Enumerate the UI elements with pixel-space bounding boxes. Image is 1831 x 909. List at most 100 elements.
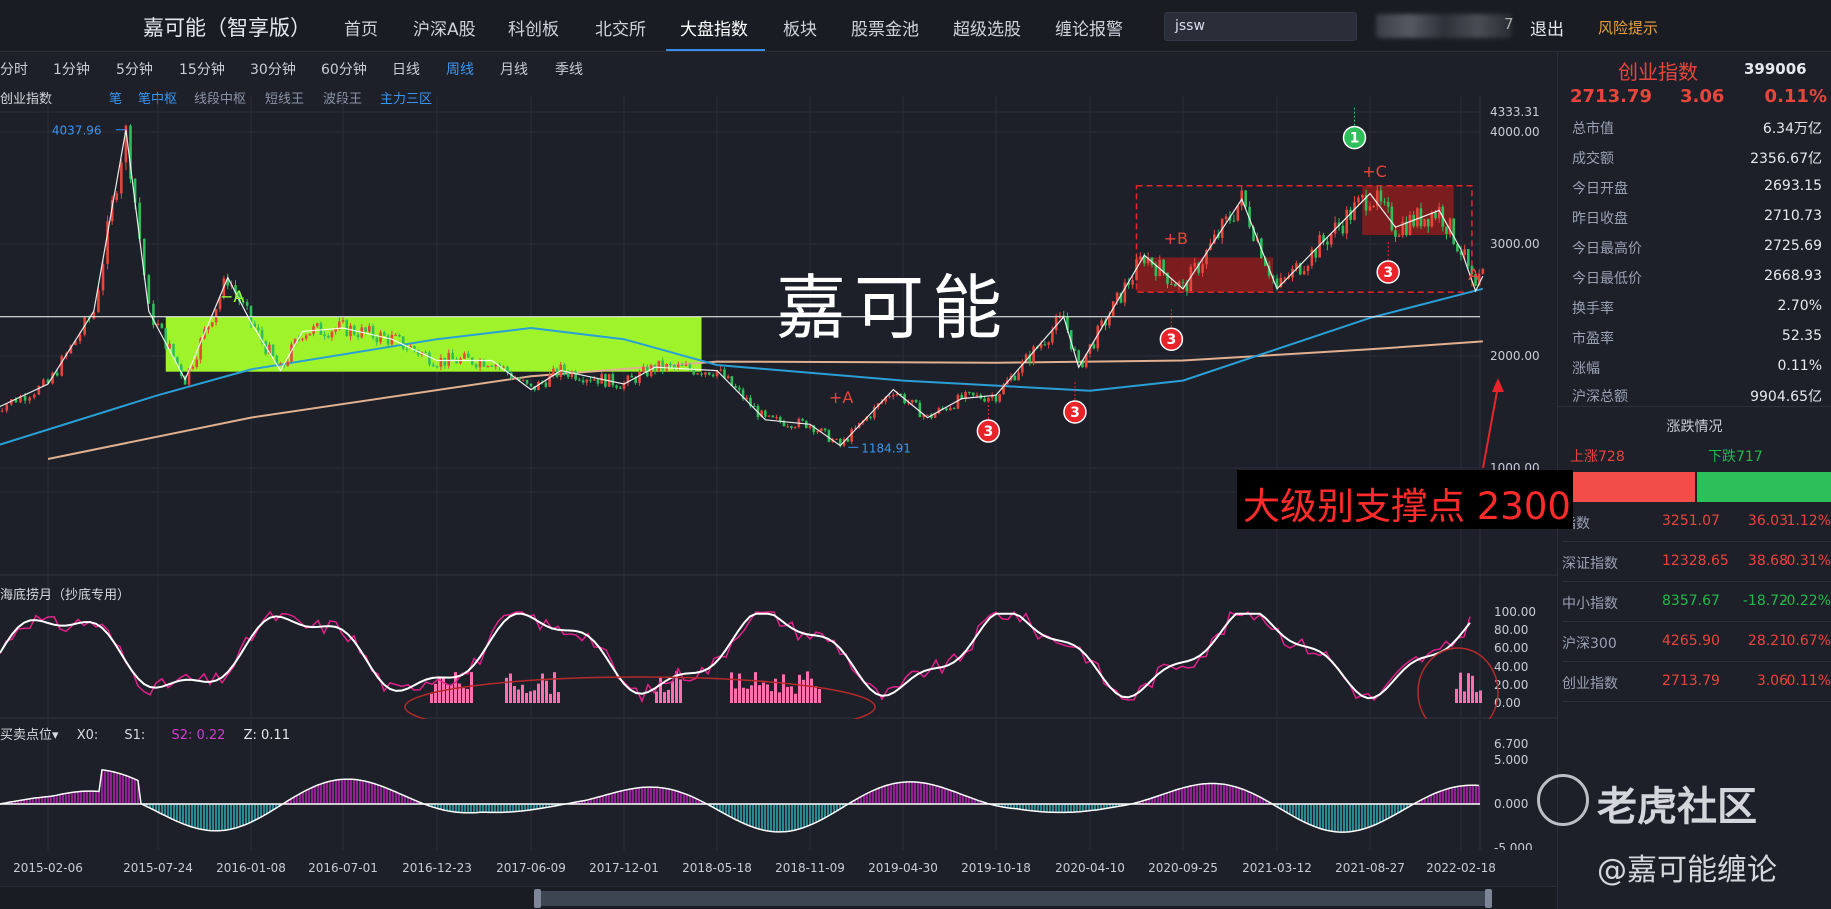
stat-label: 成交额 (1572, 151, 1614, 167)
signal-number: 3 (1383, 265, 1393, 281)
period-quarterly[interactable]: 季线 (555, 59, 583, 79)
candle-up (998, 394, 1002, 402)
bottom-fishing-bar (782, 674, 785, 703)
candle-down (945, 408, 948, 411)
candle-down (245, 301, 249, 306)
nav-stock-picker[interactable]: 超级选股 (953, 15, 1021, 40)
index-change: 28.21 (1747, 633, 1788, 649)
candle-up (308, 333, 312, 336)
period-15min[interactable]: 15分钟 (179, 59, 225, 79)
bottom-fishing-bar (671, 681, 674, 703)
quote-price: 2713.79 (1570, 86, 1652, 107)
candle-up (592, 379, 596, 381)
index-change: 38.68 (1747, 553, 1788, 569)
y-tick-label: -5.000 (1494, 841, 1533, 850)
top-bar: 嘉可能（智享版） 首页 沪深A股 科创板 北交所 大盘指数 板块 股票金池 超级… (0, 0, 1831, 52)
candle-up (1357, 197, 1360, 203)
candle-up (447, 352, 451, 366)
candle-down (1426, 218, 1430, 227)
candle-down (1386, 201, 1390, 207)
index-row[interactable]: 深证指数 12328.65 38.68 0.31% (1562, 542, 1831, 582)
index-row[interactable]: 指数 3251.07 36.03 1.12% (1562, 502, 1831, 542)
candle-down (1092, 344, 1096, 349)
period-30min[interactable]: 30分钟 (250, 59, 296, 79)
period-monthly[interactable]: 月线 (500, 59, 528, 79)
x-tick-label: 2021-08-27 (1335, 861, 1405, 875)
nav-bse[interactable]: 北交所 (595, 15, 646, 40)
x-tick-label: 2021-03-12 (1242, 861, 1312, 875)
stat-row: 今日开盘 2693.15 (1572, 178, 1822, 198)
candle-up (1306, 265, 1310, 272)
candle-down (574, 371, 577, 380)
nav-star-market[interactable]: 科创板 (508, 15, 559, 40)
stat-value: 2.70% (1777, 298, 1822, 314)
risk-warning-link[interactable]: 风险提示 (1598, 17, 1658, 38)
candle-down (375, 337, 379, 343)
index-row[interactable]: 创业指数 2713.79 3.06 0.11% (1562, 662, 1831, 702)
bottom-fishing-bar (766, 684, 769, 703)
nav-home[interactable]: 首页 (344, 15, 378, 40)
nav-sectors[interactable]: 板块 (783, 15, 817, 40)
period-daily[interactable]: 日线 (392, 59, 420, 79)
candle-up (1423, 218, 1426, 227)
candle-down (823, 428, 827, 431)
index-change-pct: 0.67% (1786, 633, 1831, 649)
nav-stock-pool[interactable]: 股票金池 (851, 15, 919, 40)
bottom-fishing-bar (758, 685, 761, 703)
x-tick-label: 2015-02-06 (13, 861, 83, 875)
buy-sell-legend: 买卖点位▾ X0: S1: S2: 0.22 Z: 0.11 (0, 724, 290, 743)
buy-sell-indicator-dropdown[interactable]: 买卖点位▾ (0, 728, 59, 743)
candle-down (1181, 281, 1185, 283)
candle-down (443, 357, 447, 366)
annotation-arrow-shaft (1482, 385, 1499, 469)
candle-up (786, 426, 789, 428)
scroll-thumb[interactable] (538, 891, 1488, 906)
search-input[interactable]: jssw (1164, 12, 1357, 41)
advance-decline-title: 涨跌情况 (1666, 419, 1723, 435)
nav-hs-a-shares[interactable]: 沪深A股 (413, 15, 476, 40)
quote-change: 3.06 (1680, 86, 1725, 107)
period-weekly[interactable]: 周线 (446, 59, 474, 79)
index-row[interactable]: 中小指数 8357.67 -18.72 -0.22% (1562, 582, 1831, 622)
scroll-left-handle[interactable] (534, 889, 541, 908)
candle-down (581, 380, 585, 383)
candle-up (704, 372, 707, 375)
candle-down (618, 387, 622, 389)
logout-button[interactable]: 退出 (1530, 15, 1564, 40)
bottom-fishing-bar (549, 693, 552, 703)
candle-up (301, 338, 304, 340)
candle-up (28, 397, 31, 401)
candle-up (649, 364, 653, 377)
hdly-oscillator-chart[interactable]: 100.0080.0060.0040.0020.000.00 (0, 577, 1557, 719)
candle-up (368, 326, 371, 332)
candle-down (356, 334, 360, 338)
index-change-pct: 1.12% (1786, 513, 1831, 529)
bottom-fishing-bar (521, 684, 524, 703)
bottom-fishing-bar (466, 688, 469, 703)
candle-down (1077, 350, 1081, 361)
candle-down (971, 392, 975, 396)
period-intraday[interactable]: 分时 (0, 59, 28, 79)
y-tick-label: 3000.00 (1490, 237, 1540, 251)
bottom-fishing-bar (738, 673, 741, 703)
period-5min[interactable]: 5分钟 (116, 59, 153, 79)
bottom-fishing-bar (553, 672, 556, 703)
candle-down (1383, 201, 1386, 203)
candle-down (801, 418, 804, 421)
legend-s2-value: 0.22 (196, 728, 226, 743)
nav-chanlun-alert[interactable]: 缠论报警 (1055, 15, 1123, 40)
y-tick-label: 2000.00 (1490, 349, 1540, 363)
index-change: -18.72 (1742, 593, 1788, 609)
candle-down (764, 410, 767, 417)
candle-up (1193, 263, 1197, 267)
period-1min[interactable]: 1分钟 (53, 59, 90, 79)
y-tick-label: 4000.00 (1490, 125, 1540, 139)
candle-down (1173, 284, 1177, 287)
nav-market-index[interactable]: 大盘指数 (680, 15, 748, 40)
period-60min[interactable]: 60分钟 (321, 59, 367, 79)
scroll-right-handle[interactable] (1485, 889, 1492, 908)
index-row[interactable]: 沪深300 4265.90 28.21 0.67% (1562, 622, 1831, 662)
candle-up (1430, 212, 1434, 227)
chart-scrollbar[interactable] (0, 886, 1557, 909)
period-toolbar: 分时 1分钟 5分钟 15分钟 30分钟 60分钟 日线 周线 月线 季线 (0, 52, 1557, 82)
